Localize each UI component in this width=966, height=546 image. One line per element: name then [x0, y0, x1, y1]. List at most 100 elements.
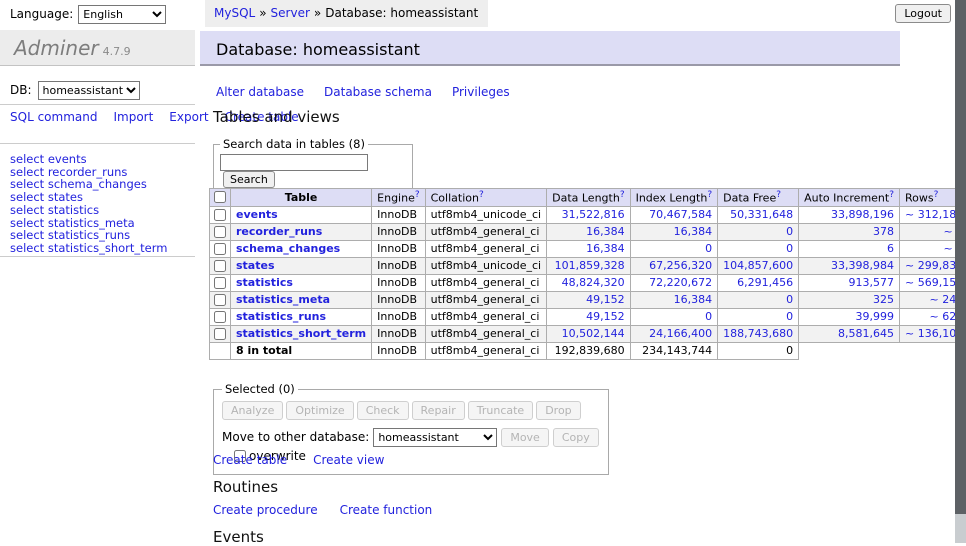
help-link[interactable]: ? — [620, 190, 625, 200]
auto-increment-link[interactable]: 33,398,984 — [831, 259, 894, 272]
data-free-link[interactable]: 6,291,456 — [737, 276, 793, 289]
row-checkbox[interactable] — [214, 328, 226, 340]
tables-table-head: TableEngine?Collation?Data Length?Index … — [210, 189, 966, 207]
row-checkbox-cell — [210, 240, 231, 257]
data-length-link[interactable]: 31,522,816 — [562, 208, 625, 221]
table-link-events[interactable]: events — [236, 208, 278, 221]
help-link[interactable]: ? — [934, 190, 939, 200]
analyze-button[interactable]: Analyze — [222, 401, 283, 420]
tab-database-schema[interactable]: Database schema — [324, 85, 432, 99]
data-free-link[interactable]: 0 — [786, 242, 793, 255]
total-checkbox-cell — [210, 342, 231, 359]
sidebar-link-export[interactable]: Export — [169, 110, 208, 124]
auto-increment-link[interactable]: 378 — [873, 225, 894, 238]
table-link-recorder-runs[interactable]: recorder_runs — [236, 225, 322, 238]
help-link[interactable]: ? — [707, 190, 712, 200]
data-free-link[interactable]: 0 — [786, 293, 793, 306]
repair-button[interactable]: Repair — [412, 401, 465, 420]
row-checkbox[interactable] — [214, 311, 226, 323]
column-header-auto-increment: Auto Increment? — [799, 189, 900, 207]
sidebar-select-events-link[interactable]: select events — [10, 153, 167, 166]
index-length-link[interactable]: 24,166,400 — [649, 327, 712, 340]
table-link-schema-changes[interactable]: schema_changes — [236, 242, 340, 255]
drop-button[interactable]: Drop — [536, 401, 580, 420]
sidebar-divider — [0, 143, 195, 144]
db-select[interactable]: homeassistant — [38, 81, 140, 100]
help-link[interactable]: ? — [776, 190, 781, 200]
table-link-statistics-short-term[interactable]: statistics_short_term — [236, 327, 366, 340]
auto-increment-link[interactable]: 6 — [887, 242, 894, 255]
row-checkbox[interactable] — [214, 209, 226, 221]
sidebar-select-statistics-short-term-link[interactable]: select statistics_short_term — [10, 242, 167, 255]
data-free-link[interactable]: 188,743,680 — [723, 327, 793, 340]
copy-button[interactable]: Copy — [553, 428, 599, 447]
auto-increment-link[interactable]: 39,999 — [856, 310, 895, 323]
index-length-link[interactable]: 70,467,584 — [649, 208, 712, 221]
sidebar-select-states-link[interactable]: select states — [10, 191, 167, 204]
index-length-link[interactable]: 72,220,672 — [649, 276, 712, 289]
index-length-link[interactable]: 16,384 — [674, 293, 713, 306]
select-all-checkbox[interactable] — [214, 191, 226, 203]
help-link[interactable]: ? — [479, 190, 484, 200]
move-button[interactable]: Move — [501, 428, 549, 447]
adminer-logo[interactable]: Adminer — [14, 36, 99, 60]
check-button[interactable]: Check — [357, 401, 409, 420]
help-link[interactable]: ? — [889, 190, 894, 200]
help-link[interactable]: ? — [415, 190, 420, 200]
index-length-link[interactable]: 0 — [705, 242, 712, 255]
create-procedure-link[interactable]: Create procedure — [213, 503, 318, 517]
data-length-link[interactable]: 16,384 — [586, 242, 625, 255]
table-link-statistics-meta[interactable]: statistics_meta — [236, 293, 330, 306]
auto-increment-link[interactable]: 325 — [873, 293, 894, 306]
search-button[interactable]: Search — [223, 171, 275, 188]
data-length-link[interactable]: 101,859,328 — [555, 259, 625, 272]
truncate-button[interactable]: Truncate — [468, 401, 533, 420]
data-free-link[interactable]: 0 — [786, 310, 793, 323]
data-free-link[interactable]: 104,857,600 — [723, 259, 793, 272]
data-length-link[interactable]: 49,152 — [586, 310, 625, 323]
breadcrumb-link-mysql[interactable]: MySQL — [214, 6, 255, 20]
logout-button[interactable]: Logout — [895, 4, 951, 23]
row-checkbox[interactable] — [214, 294, 226, 306]
column-header-label: Engine — [377, 192, 415, 205]
auto-increment-link[interactable]: 33,898,196 — [831, 208, 894, 221]
data-length-link[interactable]: 10,502,144 — [562, 327, 625, 340]
auto-increment-link[interactable]: 913,577 — [849, 276, 895, 289]
sidebar-link-import[interactable]: Import — [113, 110, 153, 124]
create-view-link[interactable]: Create view — [313, 453, 384, 467]
sidebar-actions: SQL commandImportExportCreate table — [10, 110, 192, 125]
row-checkbox-cell — [210, 223, 231, 240]
create-table-link[interactable]: Create table — [213, 453, 287, 467]
vertical-scrollbar[interactable] — [955, 0, 966, 543]
table-row: statistics_short_termInnoDButf8mb4_gener… — [210, 325, 966, 342]
auto-increment-link[interactable]: 8,581,645 — [838, 327, 894, 340]
index-length-link[interactable]: 67,256,320 — [649, 259, 712, 272]
row-checkbox[interactable] — [214, 277, 226, 289]
data-free-link[interactable]: 0 — [786, 225, 793, 238]
table-link-statistics[interactable]: statistics — [236, 276, 293, 289]
tab-privileges[interactable]: Privileges — [452, 85, 510, 99]
row-checkbox[interactable] — [214, 243, 226, 255]
tab-alter-database[interactable]: Alter database — [216, 85, 304, 99]
table-name-cell: events — [231, 206, 372, 223]
row-checkbox[interactable] — [214, 260, 226, 272]
optimize-button[interactable]: Optimize — [286, 401, 353, 420]
data-length-link[interactable]: 16,384 — [586, 225, 625, 238]
data-free-link[interactable]: 50,331,648 — [730, 208, 793, 221]
move-database-select[interactable]: homeassistant — [373, 428, 497, 447]
row-checkbox[interactable] — [214, 226, 226, 238]
create-function-link[interactable]: Create function — [340, 503, 433, 517]
table-link-statistics-runs[interactable]: statistics_runs — [236, 310, 326, 323]
scrollbar-thumb[interactable] — [955, 0, 966, 514]
search-input[interactable] — [220, 154, 368, 171]
index-length-link[interactable]: 0 — [705, 310, 712, 323]
database-tabs: Alter database Database schema Privileges — [216, 85, 530, 99]
index-length-link[interactable]: 16,384 — [674, 225, 713, 238]
data-length-link[interactable]: 49,152 — [586, 293, 625, 306]
language-select[interactable]: English — [78, 5, 166, 24]
data-length-link[interactable]: 48,824,320 — [562, 276, 625, 289]
sidebar-link-sql-command[interactable]: SQL command — [10, 110, 97, 124]
sidebar-select-statistics-link[interactable]: select statistics — [10, 204, 167, 217]
table-link-states[interactable]: states — [236, 259, 275, 272]
breadcrumb-link-server[interactable]: Server — [271, 6, 310, 20]
